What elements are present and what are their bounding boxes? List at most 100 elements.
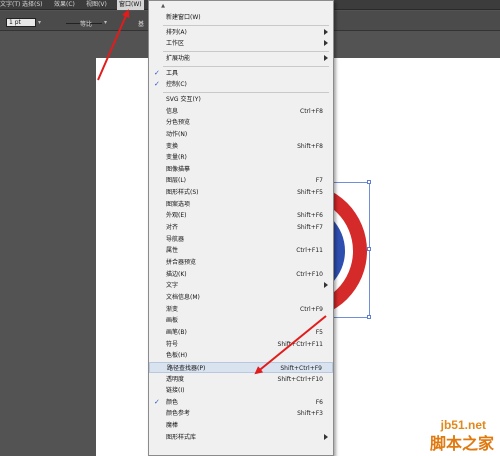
menu-item[interactable]: 颜色参考 Shift+F3	[149, 408, 333, 420]
menu-item[interactable]: 图形样式(S) Shift+F5	[149, 187, 333, 199]
menu-item[interactable]: 画板	[149, 315, 333, 327]
menu-item-shortcut: Shift+F8	[297, 142, 323, 150]
menu-item[interactable]: 排列(A)	[149, 27, 333, 39]
menu-separator	[163, 91, 329, 93]
menu-item-label: 色板(H)	[166, 352, 188, 360]
chevron-down-icon[interactable]: ▾	[104, 20, 109, 26]
menu-type[interactable]: 文字(T)	[0, 1, 20, 9]
window-menu-dropdown: ▲ 新建窗口(W) 排列(A) 工作区扩展功能 ✓ 工具 ✓ 控制(C) SVG 交互(Y) 信…	[148, 0, 334, 456]
menu-item[interactable]: 属性 Ctrl+F11	[149, 245, 333, 257]
profile-label[interactable]: 等比	[80, 19, 92, 28]
submenu-arrow-icon	[324, 433, 328, 440]
menu-item[interactable]: ✓ 工具	[149, 68, 333, 80]
menu-item-label: 变换	[166, 142, 179, 150]
watermark-name: 脚本之家	[429, 434, 494, 453]
menu-separator	[163, 65, 329, 67]
menu-item-shortcut: Shift+F6	[297, 212, 323, 220]
selection-handle[interactable]	[367, 315, 371, 319]
menu-item-label: 属性	[166, 247, 179, 255]
menu-item-shortcut: Shift+F7	[297, 224, 323, 232]
menu-item[interactable]: 工作区	[149, 38, 333, 50]
menu-item[interactable]: 图像描摹	[149, 164, 333, 176]
menu-item-label: 图案选项	[166, 200, 191, 208]
menu-item[interactable]: 文字	[149, 280, 333, 292]
menu-item-label: 透明度	[166, 375, 185, 383]
menu-item[interactable]: 渐变 Ctrl+F9	[149, 304, 333, 316]
menu-item[interactable]: 路径查找器(P) Shift+Ctrl+F9	[149, 361, 333, 374]
submenu-arrow-icon	[324, 282, 328, 289]
menu-item[interactable]: 拼合器预览	[149, 257, 333, 269]
menu-view[interactable]: 视图(V)	[86, 1, 107, 9]
submenu-arrow-icon	[324, 40, 328, 47]
check-icon: ✓	[154, 80, 160, 89]
menu-item-label: 对齐	[166, 224, 179, 232]
scroll-up-icon[interactable]: ▲	[149, 2, 177, 10]
menu-item-label: SVG 交互(Y)	[166, 95, 201, 103]
menu-item-label: 路径查找器(P)	[167, 364, 206, 372]
menu-item[interactable]: 导航器	[149, 234, 333, 246]
menu-item-label: 颜色参考	[166, 410, 191, 418]
menu-item-label: 图形样式库	[166, 433, 197, 441]
menu-window[interactable]: 窗口(W)	[117, 0, 144, 10]
menu-item-label: 魔棒	[166, 422, 179, 430]
menu-select[interactable]: 选择(S)	[22, 1, 43, 9]
menu-item[interactable]: ✓ 颜色 F6	[149, 397, 333, 409]
menu-item-label: 扩展功能	[166, 54, 191, 62]
submenu-arrow-icon	[324, 54, 328, 61]
menu-item-shortcut: Ctrl+F9	[300, 305, 323, 313]
menu-item-label: 控制(C)	[166, 81, 187, 89]
menu-item-label: 描边(K)	[166, 270, 187, 278]
menu-item[interactable]: 图形样式库	[149, 432, 333, 444]
menu-item-label: 颜色	[166, 398, 179, 406]
menu-item[interactable]: SVG 交互(Y)	[149, 94, 333, 106]
menu-item-label: 画板	[166, 317, 179, 325]
menu-effect[interactable]: 效果(C)	[54, 1, 75, 9]
menu-item-label: 文字	[166, 282, 179, 290]
menu-item[interactable]: 图层(L) F7	[149, 175, 333, 187]
menu-item[interactable]: 色板(H)	[149, 350, 333, 362]
menu-item-label: 分色预览	[166, 119, 191, 127]
menu-item-label: 工具	[166, 69, 179, 77]
menu-item[interactable]: 对齐 Shift+F7	[149, 222, 333, 234]
menu-item-label: 导航器	[166, 235, 185, 243]
check-icon: ✓	[154, 397, 160, 406]
menu-item-shortcut: Ctrl+F10	[296, 270, 323, 278]
menu-item[interactable]: 符号 Shift+Ctrl+F11	[149, 339, 333, 351]
menu-item-label: 链接(I)	[166, 387, 185, 395]
menu-item[interactable]: 信息 Ctrl+F8	[149, 106, 333, 118]
menu-item-shortcut: F7	[315, 177, 323, 185]
menu-item[interactable]: 动作(N)	[149, 129, 333, 141]
menu-item-shortcut: Ctrl+F8	[300, 107, 323, 115]
menu-item-label: 信息	[166, 107, 179, 115]
menu-item[interactable]: ✓ 控制(C)	[149, 79, 333, 91]
menu-item-label: 动作(N)	[166, 130, 188, 138]
selection-handle[interactable]	[367, 180, 371, 184]
menu-item[interactable]: 图案选项	[149, 199, 333, 211]
chevron-down-icon[interactable]: ▾	[38, 20, 43, 26]
menu-item[interactable]: 外观(E) Shift+F6	[149, 210, 333, 222]
menu-item[interactable]: 分色预览	[149, 117, 333, 129]
menu-item-label: 排列(A)	[166, 28, 187, 36]
style-label[interactable]: 基	[138, 19, 144, 28]
menu-item-shortcut: Shift+F5	[297, 189, 323, 197]
menu-item[interactable]: 透明度 Shift+Ctrl+F10	[149, 374, 333, 386]
menu-item-label: 拼合器预览	[166, 259, 197, 266]
selection-handle[interactable]	[367, 247, 371, 251]
menu-item[interactable]: 画笔(B) F5	[149, 327, 333, 339]
menu-item-label: 新建窗口(W)	[166, 14, 201, 21]
menu-item[interactable]: 魔棒	[149, 420, 333, 432]
menu-item-shortcut: Shift+Ctrl+F11	[277, 340, 323, 348]
menu-item[interactable]: 变量(R)	[149, 152, 333, 164]
menu-item[interactable]: 链接(I)	[149, 385, 333, 397]
menu-item-label: 画笔(B)	[166, 328, 187, 336]
menu-item[interactable]: 描边(K) Ctrl+F10	[149, 269, 333, 281]
menu-item-label: 图像描摹	[166, 165, 191, 173]
menu-item[interactable]: 变换 Shift+F8	[149, 141, 333, 153]
stroke-width-field[interactable]: 1 pt	[6, 18, 36, 27]
menu-item-label: 渐变	[166, 305, 179, 313]
menu-item[interactable]: 扩展功能	[149, 53, 333, 65]
menu-item[interactable]: 文档信息(M)	[149, 292, 333, 304]
menu-item[interactable]: 新建窗口(W)	[149, 12, 333, 24]
check-icon: ✓	[154, 68, 160, 77]
menu-item-shortcut: Ctrl+F11	[296, 247, 323, 255]
